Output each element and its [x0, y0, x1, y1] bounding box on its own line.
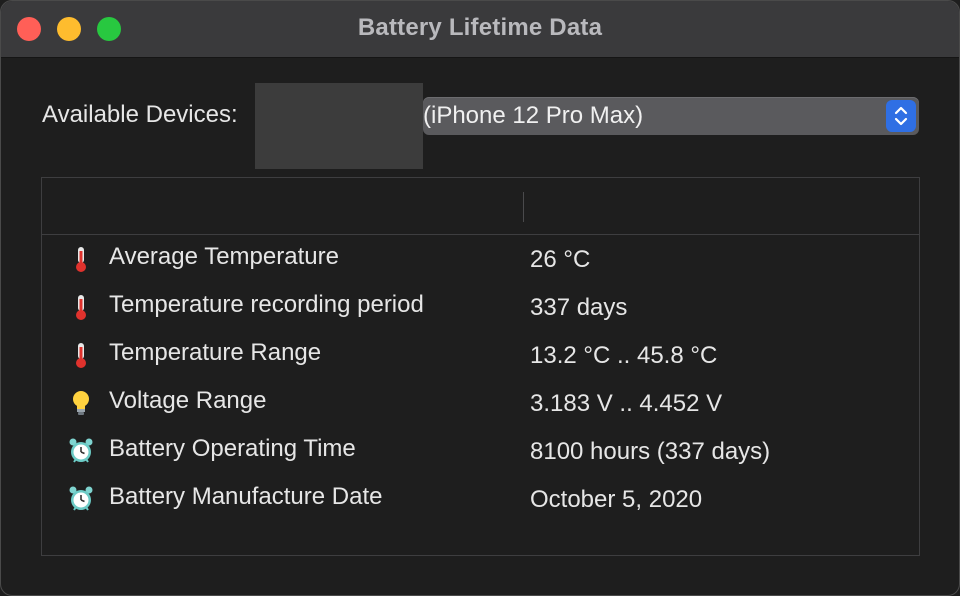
- table-row[interactable]: Temperature recording period 337 days: [42, 283, 919, 331]
- light-bulb-icon: [68, 389, 94, 417]
- row-label: Battery Operating Time: [109, 435, 356, 462]
- table-row[interactable]: Voltage Range 3.183 V .. 4.452 V: [42, 379, 919, 427]
- row-value: 8100 hours (337 days): [530, 438, 771, 465]
- battery-lifetime-window: Battery Lifetime Data Available Devices:…: [0, 0, 960, 596]
- row-value: 26 °C: [530, 246, 591, 273]
- available-devices-label: Available Devices:: [42, 101, 238, 128]
- row-value: 337 days: [530, 294, 628, 321]
- table-row[interactable]: Temperature Range 13.2 °C .. 45.8 °C: [42, 331, 919, 379]
- thermometer-icon: [68, 245, 94, 273]
- alarm-clock-icon: [68, 485, 94, 513]
- battery-data-table: Average Temperature 26 °C Temperature re…: [41, 177, 920, 556]
- device-select[interactable]: (iPhone 12 Pro Max): [423, 97, 919, 135]
- column-divider[interactable]: [523, 192, 524, 222]
- table-row[interactable]: Battery Operating Time 8100 hours (337 d…: [42, 427, 919, 475]
- window-title: Battery Lifetime Data: [357, 14, 603, 41]
- row-value: 3.183 V .. 4.452 V: [530, 390, 723, 417]
- row-label: Average Temperature: [109, 243, 339, 270]
- table-header[interactable]: [42, 178, 919, 235]
- row-label: Temperature recording period: [109, 291, 424, 318]
- table-row[interactable]: Average Temperature 26 °C: [42, 235, 919, 283]
- alarm-clock-icon: [68, 437, 94, 465]
- row-label: Voltage Range: [109, 387, 267, 414]
- select-arrows-icon[interactable]: [886, 100, 916, 132]
- table-row[interactable]: Battery Manufacture Date October 5, 2020: [42, 475, 919, 523]
- row-label: Battery Manufacture Date: [109, 483, 383, 510]
- thermometer-icon: [68, 341, 94, 369]
- row-value: October 5, 2020: [530, 486, 703, 513]
- redacted-device-name: [255, 83, 423, 169]
- title-bar[interactable]: Battery Lifetime Data: [1, 1, 959, 58]
- row-label: Temperature Range: [109, 339, 322, 366]
- row-value: 13.2 °C .. 45.8 °C: [530, 342, 718, 369]
- thermometer-icon: [68, 293, 94, 321]
- device-select-value: (iPhone 12 Pro Max): [423, 102, 644, 129]
